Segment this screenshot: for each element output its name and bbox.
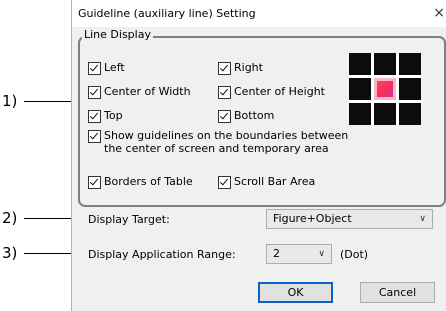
display-range-select[interactable]: 2 ∨	[266, 244, 332, 264]
show-guidelines-line-2: the center of screen and temporary area	[104, 142, 329, 155]
title-bar: Guideline (auxiliary line) Setting ×	[72, 0, 446, 27]
show-guidelines-line-1: Show guidelines on the boundaries betwee…	[104, 129, 349, 142]
dialog-title: Guideline (auxiliary line) Setting	[78, 7, 256, 20]
left-label: Left	[104, 61, 125, 74]
right-label: Right	[234, 61, 263, 74]
cancel-button[interactable]: Cancel	[360, 282, 435, 303]
checkbox-checked-icon	[88, 110, 101, 123]
callout-2: 2)	[2, 209, 18, 227]
show-guidelines-checkbox[interactable]: Show guidelines on the boundaries betwee…	[88, 129, 350, 155]
display-target-select[interactable]: Figure+Object ∨	[266, 209, 433, 229]
checkbox-checked-icon	[218, 86, 231, 99]
preview-cell	[374, 53, 396, 75]
checkbox-checked-icon	[88, 86, 101, 99]
display-target-label: Display Target:	[88, 213, 170, 226]
left-checkbox[interactable]: Left	[88, 61, 125, 75]
checkbox-checked-icon	[218, 110, 231, 123]
top-checkbox[interactable]: Top	[88, 109, 123, 123]
preview-cell	[374, 103, 396, 125]
callout-1: 1)	[2, 92, 18, 110]
borders-of-table-checkbox[interactable]: Borders of Table	[88, 175, 193, 189]
guideline-dialog: Guideline (auxiliary line) Setting ×	[71, 0, 446, 311]
guideline-preview	[349, 53, 421, 125]
chevron-down-icon: ∨	[318, 249, 325, 259]
center-height-checkbox[interactable]: Center of Height	[218, 85, 325, 99]
display-range-label: Display Application Range:	[88, 248, 236, 261]
checkbox-checked-icon	[218, 176, 231, 189]
checkbox-checked-icon	[88, 130, 101, 143]
preview-center-area	[374, 78, 396, 100]
checkbox-checked-icon	[218, 62, 231, 75]
preview-cell	[399, 103, 421, 125]
display-range-value: 2	[273, 247, 280, 260]
scroll-bar-area-checkbox[interactable]: Scroll Bar Area	[218, 175, 315, 189]
center-width-label: Center of Width	[104, 85, 191, 98]
preview-cell	[399, 78, 421, 100]
preview-cell	[399, 53, 421, 75]
bottom-label: Bottom	[234, 109, 275, 122]
preview-cell	[349, 53, 371, 75]
display-target-value: Figure+Object	[273, 212, 352, 225]
checkbox-checked-icon	[88, 176, 101, 189]
checkbox-checked-icon	[88, 62, 101, 75]
display-range-unit: (Dot)	[340, 248, 369, 261]
callout-3: 3)	[2, 244, 18, 262]
chevron-down-icon: ∨	[419, 214, 426, 224]
center-height-label: Center of Height	[234, 85, 325, 98]
ok-button[interactable]: OK	[258, 282, 333, 303]
borders-of-table-label: Borders of Table	[104, 175, 193, 188]
right-checkbox[interactable]: Right	[218, 61, 263, 75]
line-display-title: Line Display	[82, 28, 153, 41]
preview-cell	[349, 103, 371, 125]
preview-cell	[349, 78, 371, 100]
scroll-bar-area-label: Scroll Bar Area	[234, 175, 316, 188]
close-icon[interactable]: ×	[433, 5, 445, 21]
show-guidelines-label: Show guidelines on the boundaries betwee…	[104, 129, 348, 155]
top-label: Top	[104, 109, 123, 122]
center-width-checkbox[interactable]: Center of Width	[88, 85, 191, 99]
bottom-checkbox[interactable]: Bottom	[218, 109, 274, 123]
